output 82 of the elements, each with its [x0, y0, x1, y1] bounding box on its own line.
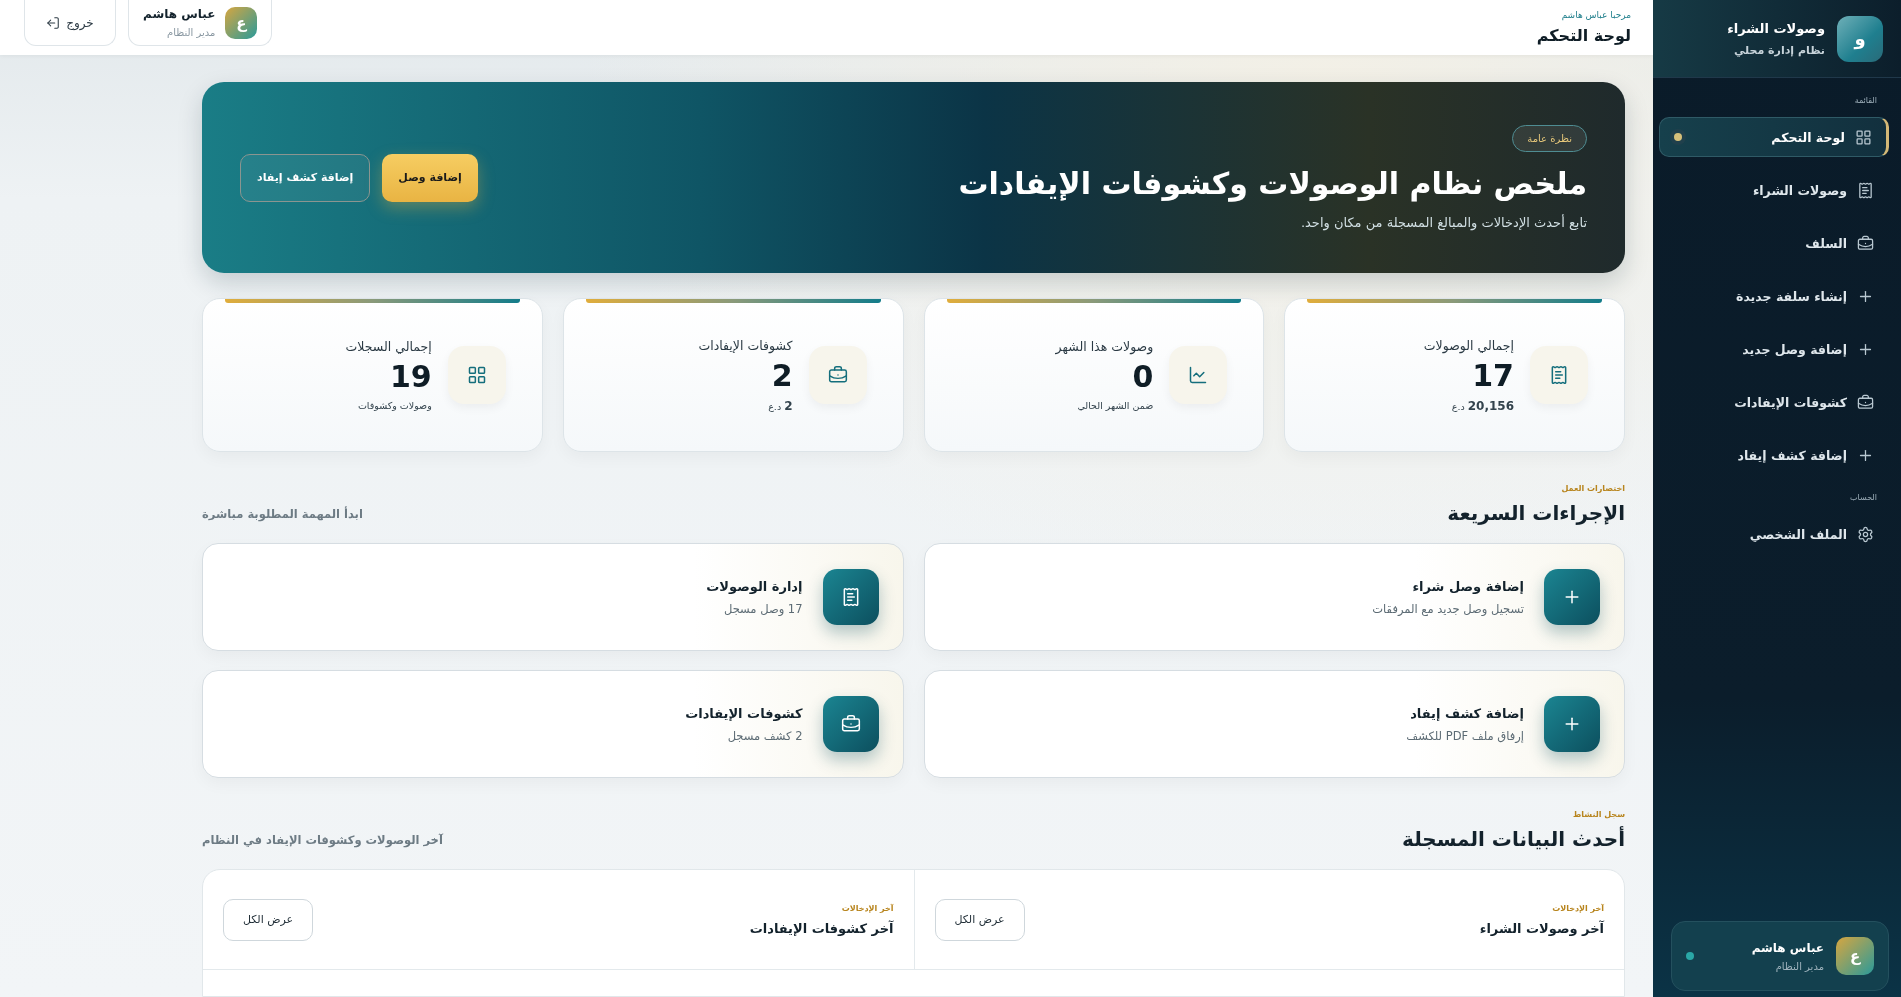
section-kicker: سجل النشاط [1571, 810, 1625, 819]
nav-item[interactable]: كشوفات الإيفادات [1659, 382, 1889, 422]
nav-label: إضافة وصل جديد [1741, 341, 1847, 357]
section-title: الإجراءات السريعة [1447, 501, 1625, 525]
section-hint: آخر الوصولات وكشوفات الإيفاد في النظام [202, 833, 443, 850]
action-title: إدارة الوصولات [706, 578, 803, 594]
action-subtitle: 17 وصل مسجل [722, 601, 803, 616]
stat-note: وصولات وكشوفات [356, 400, 432, 411]
briefcase-icon [827, 365, 848, 385]
nav-item[interactable]: السلف [1659, 223, 1889, 263]
receipt-icon [1549, 365, 1569, 385]
active-dot [1674, 133, 1682, 141]
add-receipt-button[interactable]: إضافة وصل [382, 153, 478, 202]
stat-value: 2 [770, 360, 793, 391]
action-title: إضافة كشف إيفاد [1409, 705, 1524, 721]
user-avatar: ع [225, 6, 258, 39]
add-report-button[interactable]: إضافة كشف إيفاد [240, 153, 371, 202]
hero-subtitle: تابع أحدث الإدخالات والمبالغ المسجلة من مكان واحد. [1300, 215, 1587, 230]
stat-value: 17 [1471, 360, 1514, 391]
stat-label: إجمالي السجلات [345, 339, 432, 354]
quick-action-card[interactable]: كشوفات الإيفادات 2 كشف مسجل [202, 670, 904, 778]
briefcase-icon [840, 714, 861, 734]
nav-label: إنشاء سلفة جديدة [1735, 288, 1847, 304]
section-label: الحساب [1849, 493, 1878, 502]
stat-value: 19 [389, 362, 432, 392]
nav-item[interactable]: إضافة وصل جديد [1659, 329, 1889, 369]
hero-title: ملخص نظام الوصولات وكشوفات الإيفادات [958, 166, 1587, 201]
section-title: أحدث البيانات المسجلة [1402, 827, 1625, 851]
user-name: عباس هاشم [143, 7, 216, 21]
action-subtitle: 2 كشف مسجل [726, 728, 803, 743]
line-chart-icon [1188, 365, 1209, 385]
nav-label: الملف الشخصي [1748, 526, 1847, 542]
stat-note: ضمن الشهر الحالي [1076, 400, 1154, 411]
settings-icon [1857, 525, 1874, 543]
panel-kicker: آخر الإدخالات [1551, 903, 1604, 913]
quick-action-card[interactable]: إضافة كشف إيفاد إرفاق ملف PDF للكشف [923, 670, 1625, 778]
view-all-button[interactable]: عرض الكل [223, 898, 313, 941]
nav-label: إضافة كشف إيفاد [1736, 447, 1847, 463]
nav-item[interactable]: إضافة كشف إيفاد [1659, 435, 1889, 475]
overview-badge: نظرة عامة [1512, 125, 1587, 152]
user-avatar: ع [1836, 937, 1874, 975]
user-role: مدير النظام [166, 27, 216, 38]
action-subtitle: تسجيل وصل جديد مع المرفقات [1372, 601, 1524, 616]
page-title: لوحة التحكم [1536, 26, 1631, 45]
status-dot [1686, 952, 1694, 960]
logout-button[interactable]: خروج [24, 0, 116, 46]
action-title: كشوفات الإيفادات [685, 705, 803, 721]
view-all-button[interactable]: عرض الكل [934, 898, 1025, 941]
stat-value: 0 [1131, 362, 1154, 392]
panel-kicker: آخر الإدخالات [840, 903, 894, 913]
user-name: عباس هاشم [1750, 940, 1824, 955]
nav-item[interactable]: إنشاء سلفة جديدة [1659, 276, 1889, 316]
nav-label: وصولات الشراء [1751, 182, 1847, 198]
app-title: وصولات الشراء [1727, 20, 1825, 36]
section-hint: ابدأ المهمة المطلوبة مباشرة [202, 507, 363, 524]
greeting: مرحبا عباس هاشم [1560, 10, 1631, 20]
section-label: القائمة [1853, 96, 1878, 105]
nav-item[interactable]: الملف الشخصي [1659, 514, 1889, 554]
stat-label: وصولات هذا الشهر [1055, 339, 1154, 354]
panel-title: آخر كشوفات الإيفادات [749, 920, 894, 936]
quick-action-card[interactable]: إضافة وصل شراء تسجيل وصل جديد مع المرفقات [923, 543, 1625, 651]
nav-label: السلف [1804, 235, 1847, 251]
app-subtitle: نظام إدارة محلي [1732, 43, 1825, 57]
nav-item[interactable]: وصولات الشراء [1659, 170, 1889, 210]
action-title: إضافة وصل شراء [1411, 578, 1524, 594]
nav-item[interactable]: لوحة التحكم [1659, 117, 1889, 157]
action-subtitle: إرفاق ملف PDF للكشف [1406, 728, 1524, 743]
receipt-icon [1857, 181, 1874, 199]
nav-label: لوحة التحكم [1770, 129, 1845, 145]
section-kicker: اختصارات العمل [1560, 484, 1625, 493]
quick-action-card[interactable]: إدارة الوصولات 17 وصل مسجل [202, 543, 904, 651]
stat-label: كشوفات الإيفادات [698, 337, 793, 353]
logout-icon [46, 15, 61, 30]
grid-icon [1855, 128, 1872, 146]
grid-icon [466, 365, 487, 385]
nav-label: كشوفات الإيفادات [1733, 394, 1847, 410]
briefcase-icon [1857, 393, 1874, 411]
panel-title: آخر وصولات الشراء [1479, 920, 1604, 936]
app-logo: و [1837, 15, 1883, 62]
briefcase-icon [1857, 234, 1874, 252]
user-role: مدير النظام [1774, 960, 1824, 972]
stat-label: إجمالي الوصولات [1423, 337, 1514, 353]
